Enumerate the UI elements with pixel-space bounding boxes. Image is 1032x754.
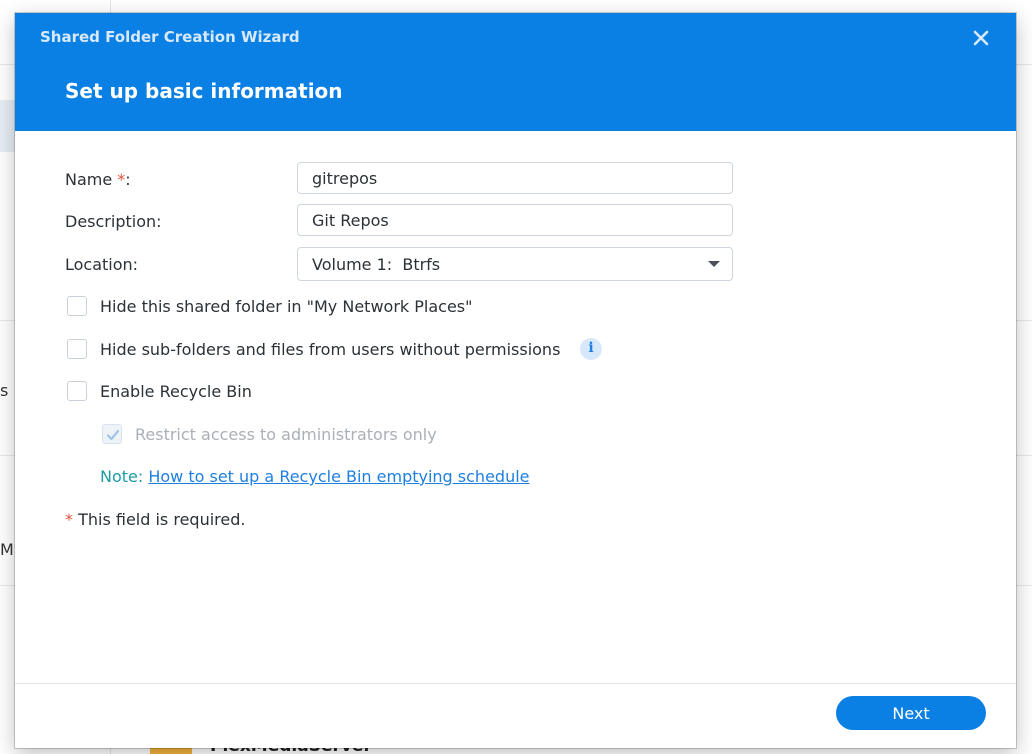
description-input[interactable] — [297, 204, 733, 236]
hide-network-places-label[interactable]: Hide this shared folder in "My Network P… — [100, 297, 472, 316]
name-input[interactable] — [297, 162, 733, 194]
wizard-title: Shared Folder Creation Wizard — [40, 28, 300, 46]
restrict-admins-label: Restrict access to administrators only — [135, 425, 437, 444]
restrict-admins-checkbox — [102, 424, 122, 444]
enable-recycle-bin-label[interactable]: Enable Recycle Bin — [100, 382, 252, 401]
description-label: Description: — [65, 212, 162, 231]
location-select[interactable]: Volume 1: Btrfs — [297, 247, 733, 281]
background-partial-text: M — [0, 540, 14, 559]
info-icon-glyph: i — [588, 340, 594, 356]
location-select-value: Volume 1: Btrfs — [312, 255, 441, 274]
close-icon[interactable] — [969, 26, 993, 50]
required-marker: * — [65, 510, 73, 529]
name-label: Name *: — [65, 170, 131, 189]
next-button[interactable]: Next — [836, 696, 986, 730]
enable-recycle-bin-checkbox[interactable] — [67, 381, 87, 401]
name-label-colon: : — [125, 170, 131, 189]
info-icon[interactable]: i — [580, 338, 602, 360]
hide-network-places-checkbox[interactable] — [67, 296, 87, 316]
screen: s M PlexMediaServer Shared Folder Creati… — [0, 0, 1032, 754]
footer-divider — [15, 683, 1016, 684]
required-field-note: * This field is required. — [65, 510, 245, 529]
hide-subfolders-label[interactable]: Hide sub-folders and files from users wi… — [100, 340, 560, 359]
location-label: Location: — [65, 255, 139, 274]
hide-subfolders-checkbox[interactable] — [67, 339, 87, 359]
name-label-text: Name — [65, 170, 113, 189]
step-title: Set up basic information — [65, 79, 343, 103]
chevron-down-icon — [708, 261, 720, 267]
checkmark-icon — [106, 429, 120, 441]
recycle-bin-note: Note: How to set up a Recycle Bin emptyi… — [100, 467, 530, 486]
required-field-text: This field is required. — [78, 510, 246, 529]
wizard-dialog: Shared Folder Creation Wizard Set up bas… — [15, 13, 1016, 748]
recycle-bin-schedule-link[interactable]: How to set up a Recycle Bin emptying sch… — [148, 467, 529, 486]
background-partial-text: s — [0, 381, 9, 400]
wizard-header: Shared Folder Creation Wizard Set up bas… — [15, 13, 1016, 131]
note-label: Note: — [100, 467, 144, 486]
